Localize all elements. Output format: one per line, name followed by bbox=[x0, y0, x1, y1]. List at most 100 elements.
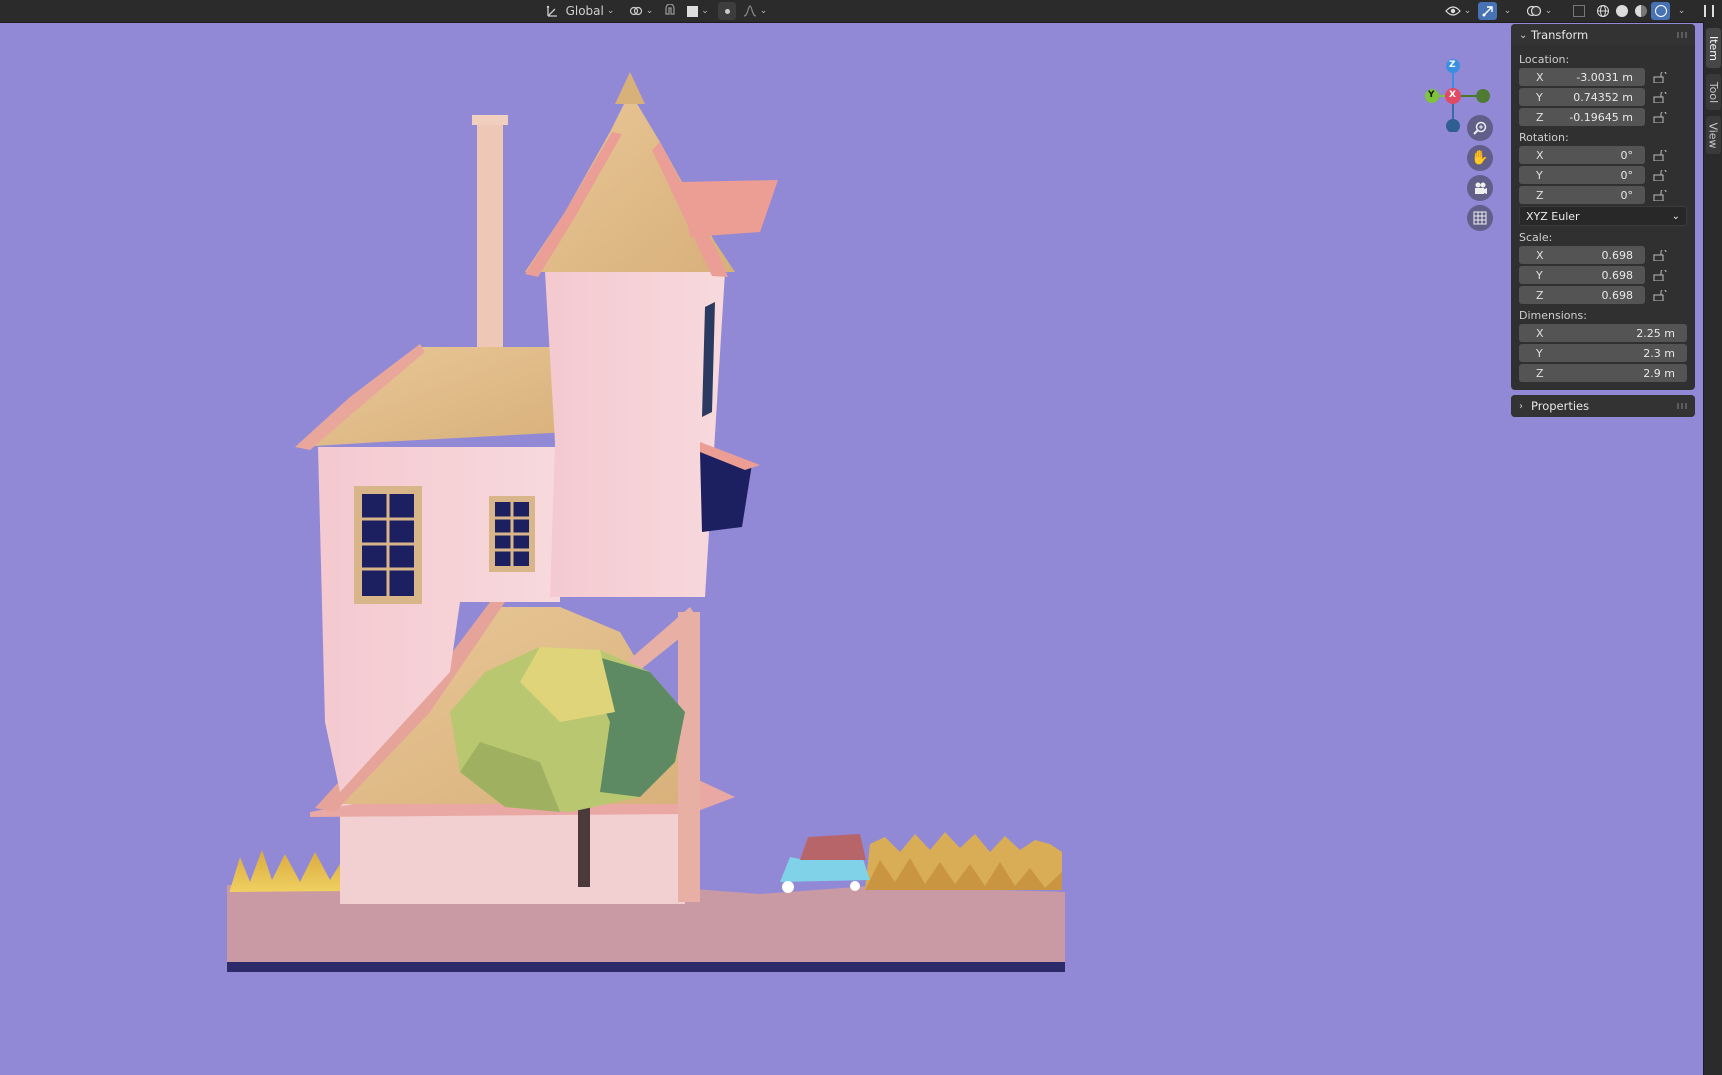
gizmo-dropdown[interactable]: ⌄ bbox=[1499, 2, 1513, 20]
field-value: 2.25 m bbox=[1636, 326, 1675, 340]
chevron-down-icon: ⌄ bbox=[645, 6, 654, 16]
field-value: 0° bbox=[1620, 168, 1634, 182]
rendered-scene bbox=[227, 72, 1065, 972]
shading-dropdown[interactable]: ⌄ bbox=[1673, 2, 1687, 20]
properties-panel: › Properties bbox=[1511, 395, 1695, 417]
location-z-row: Z -0.19645 m bbox=[1519, 108, 1687, 126]
snap-toggle[interactable] bbox=[661, 2, 679, 20]
chevron-down-icon: ⌄ bbox=[1544, 6, 1553, 16]
hand-icon: ✋ bbox=[1471, 150, 1489, 166]
axis-label: Y bbox=[1536, 168, 1543, 182]
lock-icon[interactable] bbox=[1645, 186, 1667, 204]
axis-label: Z bbox=[1536, 288, 1544, 302]
dimensions-z-field[interactable]: Z 2.9 m bbox=[1519, 364, 1687, 382]
gizmo-icon bbox=[1482, 6, 1493, 17]
transform-title: Transform bbox=[1531, 28, 1589, 42]
axis-label: Z bbox=[1536, 188, 1544, 202]
drag-handle-icon[interactable] bbox=[1677, 403, 1689, 409]
dimensions-y-field[interactable]: Y 2.3 m bbox=[1519, 344, 1687, 362]
lock-icon[interactable] bbox=[1645, 246, 1667, 264]
rotation-y-field[interactable]: Y 0° bbox=[1519, 166, 1645, 184]
gizmo-toggle[interactable] bbox=[1478, 2, 1497, 20]
scale-y-field[interactable]: Y 0.698 bbox=[1519, 266, 1645, 284]
location-y-field[interactable]: Y 0.74352 m bbox=[1519, 88, 1645, 106]
rendered-shading-button[interactable] bbox=[1651, 2, 1670, 20]
tab-item[interactable]: Item bbox=[1706, 28, 1721, 68]
properties-title: Properties bbox=[1531, 399, 1590, 413]
orientation-label: Global bbox=[565, 4, 604, 18]
sidebar-toggle[interactable] bbox=[1700, 2, 1718, 20]
lock-icon[interactable] bbox=[1645, 286, 1667, 304]
pivot-point-button[interactable]: ⌄ bbox=[626, 2, 656, 20]
material-shading-button[interactable] bbox=[1632, 2, 1650, 20]
chevron-down-icon: ⌄ bbox=[1463, 6, 1472, 16]
field-value: 0.74352 m bbox=[1573, 90, 1633, 104]
proportional-edit-toggle[interactable] bbox=[718, 2, 736, 20]
zoom-button[interactable] bbox=[1467, 115, 1493, 141]
axis-label: X bbox=[1536, 326, 1544, 340]
transform-orientation-icon bbox=[546, 5, 557, 17]
tab-label: Item bbox=[1707, 35, 1721, 61]
rotation-y-row: Y 0° bbox=[1519, 166, 1687, 184]
lock-icon[interactable] bbox=[1645, 68, 1667, 86]
chevron-right-icon: › bbox=[1519, 400, 1523, 412]
lock-icon[interactable] bbox=[1645, 146, 1667, 164]
3d-viewport[interactable]: Z Y X ✋ bbox=[0, 22, 1703, 1075]
lock-icon[interactable] bbox=[1645, 108, 1667, 126]
pan-button[interactable]: ✋ bbox=[1467, 145, 1493, 171]
location-y-row: Y 0.74352 m bbox=[1519, 88, 1687, 106]
properties-panel-header[interactable]: › Properties bbox=[1511, 395, 1695, 417]
rotation-z-field[interactable]: Z 0° bbox=[1519, 186, 1645, 204]
chevron-down-icon: ⌄ bbox=[1503, 6, 1512, 16]
location-x-field[interactable]: X -3.0031 m bbox=[1519, 68, 1645, 86]
ortho-toggle-button[interactable] bbox=[1467, 205, 1493, 231]
falloff-dropdown[interactable]: ⌄ bbox=[740, 2, 770, 20]
camera-view-button[interactable] bbox=[1467, 175, 1493, 201]
zoom-icon bbox=[1473, 121, 1487, 135]
scale-z-field[interactable]: Z 0.698 bbox=[1519, 286, 1645, 304]
rotation-x-field[interactable]: X 0° bbox=[1519, 146, 1645, 164]
solid-shading-button[interactable] bbox=[1613, 2, 1631, 20]
pivot-icon bbox=[629, 6, 642, 16]
car bbox=[780, 834, 870, 893]
visibility-dropdown[interactable]: ⌄ bbox=[1443, 2, 1473, 20]
overlays-toggle[interactable]: ⌄ bbox=[1524, 2, 1554, 20]
snap-icon bbox=[665, 4, 675, 15]
rotation-mode-dropdown[interactable]: XYZ Euler ⌄ bbox=[1519, 206, 1687, 226]
xray-icon bbox=[1573, 5, 1585, 17]
chevron-down-icon: ⌄ bbox=[1671, 210, 1680, 222]
transform-panel-header[interactable]: ⌄ Transform bbox=[1511, 24, 1695, 46]
solid-sphere-icon bbox=[1616, 5, 1628, 17]
field-value: 0.698 bbox=[1601, 288, 1634, 302]
lock-icon[interactable] bbox=[1645, 166, 1667, 184]
gizmo-y-label: Y bbox=[1428, 90, 1435, 100]
xray-toggle[interactable] bbox=[1570, 2, 1588, 20]
tab-tool[interactable]: Tool bbox=[1706, 74, 1721, 110]
transform-panel: ⌄ Transform Location: X -3.0031 m Y 0.7435… bbox=[1511, 24, 1695, 390]
rotation-mode-value: XYZ Euler bbox=[1526, 209, 1580, 223]
location-z-field[interactable]: Z -0.19645 m bbox=[1519, 108, 1645, 126]
lock-icon[interactable] bbox=[1645, 266, 1667, 284]
transform-orientation-dropdown[interactable]: Global ⌄ bbox=[540, 2, 620, 20]
lock-icon[interactable] bbox=[1645, 88, 1667, 106]
proportional-icon bbox=[724, 8, 730, 14]
snap-target-dropdown[interactable]: ⌄ bbox=[683, 2, 713, 20]
chimney bbox=[477, 118, 503, 356]
pause-icon bbox=[1704, 5, 1714, 17]
dimensions-x-field[interactable]: X 2.25 m bbox=[1519, 324, 1687, 342]
axis-label: X bbox=[1536, 70, 1544, 84]
tab-view[interactable]: View bbox=[1706, 116, 1721, 154]
gizmo-x-label: X bbox=[1449, 90, 1456, 100]
overlays-icon bbox=[1526, 5, 1541, 17]
wireframe-shading-button[interactable] bbox=[1594, 2, 1612, 20]
tab-label: Tool bbox=[1707, 81, 1720, 103]
n-panel: ⌄ Transform Location: X -3.0031 m Y 0.7435… bbox=[1511, 24, 1695, 422]
axis-label: X bbox=[1536, 148, 1544, 162]
drag-handle-icon[interactable] bbox=[1677, 32, 1689, 38]
field-value: 2.3 m bbox=[1643, 346, 1675, 360]
location-x-row: X -3.0031 m bbox=[1519, 68, 1687, 86]
scale-x-field[interactable]: X 0.698 bbox=[1519, 246, 1645, 264]
field-value: 0° bbox=[1620, 148, 1634, 162]
field-value: -0.19645 m bbox=[1569, 110, 1633, 124]
rotation-x-row: X 0° bbox=[1519, 146, 1687, 164]
